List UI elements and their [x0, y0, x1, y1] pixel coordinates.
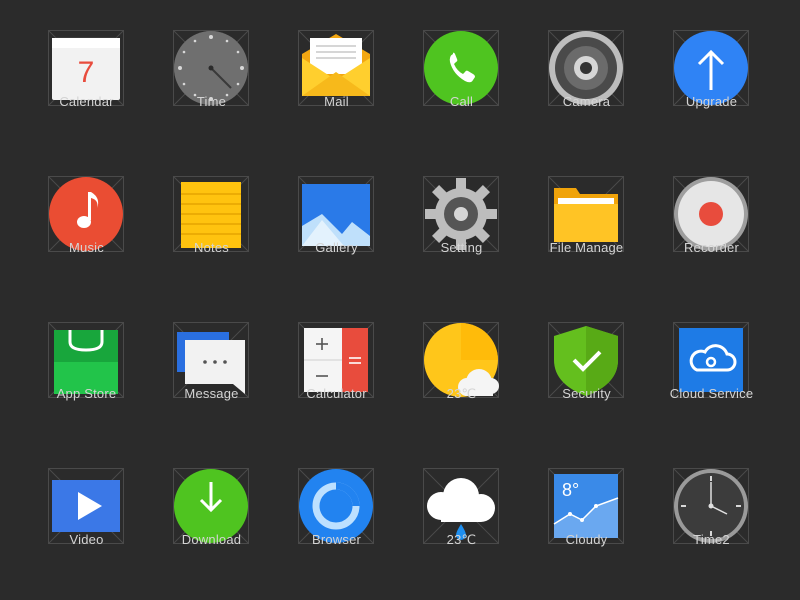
app-label: Security — [562, 386, 611, 401]
app-label: Video — [69, 532, 104, 547]
app-upgrade[interactable]: Upgrade — [649, 0, 774, 146]
app-weather-rain[interactable]: 23℃ — [399, 438, 524, 584]
app-label: Time — [196, 94, 227, 109]
app-camera[interactable]: Camera — [524, 0, 649, 146]
app-message[interactable]: Message — [149, 292, 274, 438]
app-label: Download — [181, 532, 242, 547]
app-label: File Manage — [549, 240, 624, 255]
svg-text:8°: 8° — [562, 480, 579, 500]
app-notes[interactable]: Notes — [149, 146, 274, 292]
app-recorder[interactable]: Recorder — [649, 146, 774, 292]
app-label: Camera — [562, 94, 611, 109]
app-label: Cloudy — [565, 532, 608, 547]
app-call[interactable]: Call — [399, 0, 524, 146]
app-mail[interactable]: Mail — [274, 0, 399, 146]
app-gallery[interactable]: Gallery — [274, 146, 399, 292]
app-label: App Store — [56, 386, 117, 401]
app-label: 23℃ — [446, 532, 477, 547]
app-label: Notes — [194, 240, 229, 255]
app-label: Upgrade — [685, 94, 738, 109]
app-label: Calculator — [306, 386, 367, 401]
app-weather-sun[interactable]: 23℃ — [399, 292, 524, 438]
app-setting[interactable]: Setting — [399, 146, 524, 292]
app-label: Gallery — [315, 240, 358, 255]
app-label: Mail — [324, 94, 349, 109]
app-label: Recorder — [683, 240, 740, 255]
app-label: Cloud Service — [669, 386, 754, 401]
app-download[interactable]: Download — [149, 438, 274, 584]
app-time[interactable]: Time — [149, 0, 274, 146]
app-cloudy[interactable]: 8° Cloudy — [524, 438, 649, 584]
app-file-manage[interactable]: File Manage — [524, 146, 649, 292]
svg-text:7: 7 — [78, 56, 95, 89]
app-icon-grid: 7 Calendar Time Mail Call Camera Upgrade… — [0, 0, 800, 600]
app-calendar[interactable]: 7 Calendar — [24, 0, 149, 146]
app-label: Message — [184, 386, 239, 401]
app-calculator[interactable]: Calculator — [274, 292, 399, 438]
app-store[interactable]: App Store — [24, 292, 149, 438]
app-browser[interactable]: Browser — [274, 438, 399, 584]
app-label: Calendar — [59, 94, 114, 109]
app-cloud-service[interactable]: Cloud Service — [649, 292, 774, 438]
app-label: Call — [449, 94, 474, 109]
app-label: 23℃ — [446, 386, 477, 401]
app-security[interactable]: Security — [524, 292, 649, 438]
app-music[interactable]: Music — [24, 146, 149, 292]
app-label: Time2 — [693, 532, 730, 547]
app-label: Browser — [311, 532, 362, 547]
app-label: Setting — [440, 240, 483, 255]
app-label: Music — [69, 240, 104, 255]
app-time2[interactable]: Time2 — [649, 438, 774, 584]
app-video[interactable]: Video — [24, 438, 149, 584]
